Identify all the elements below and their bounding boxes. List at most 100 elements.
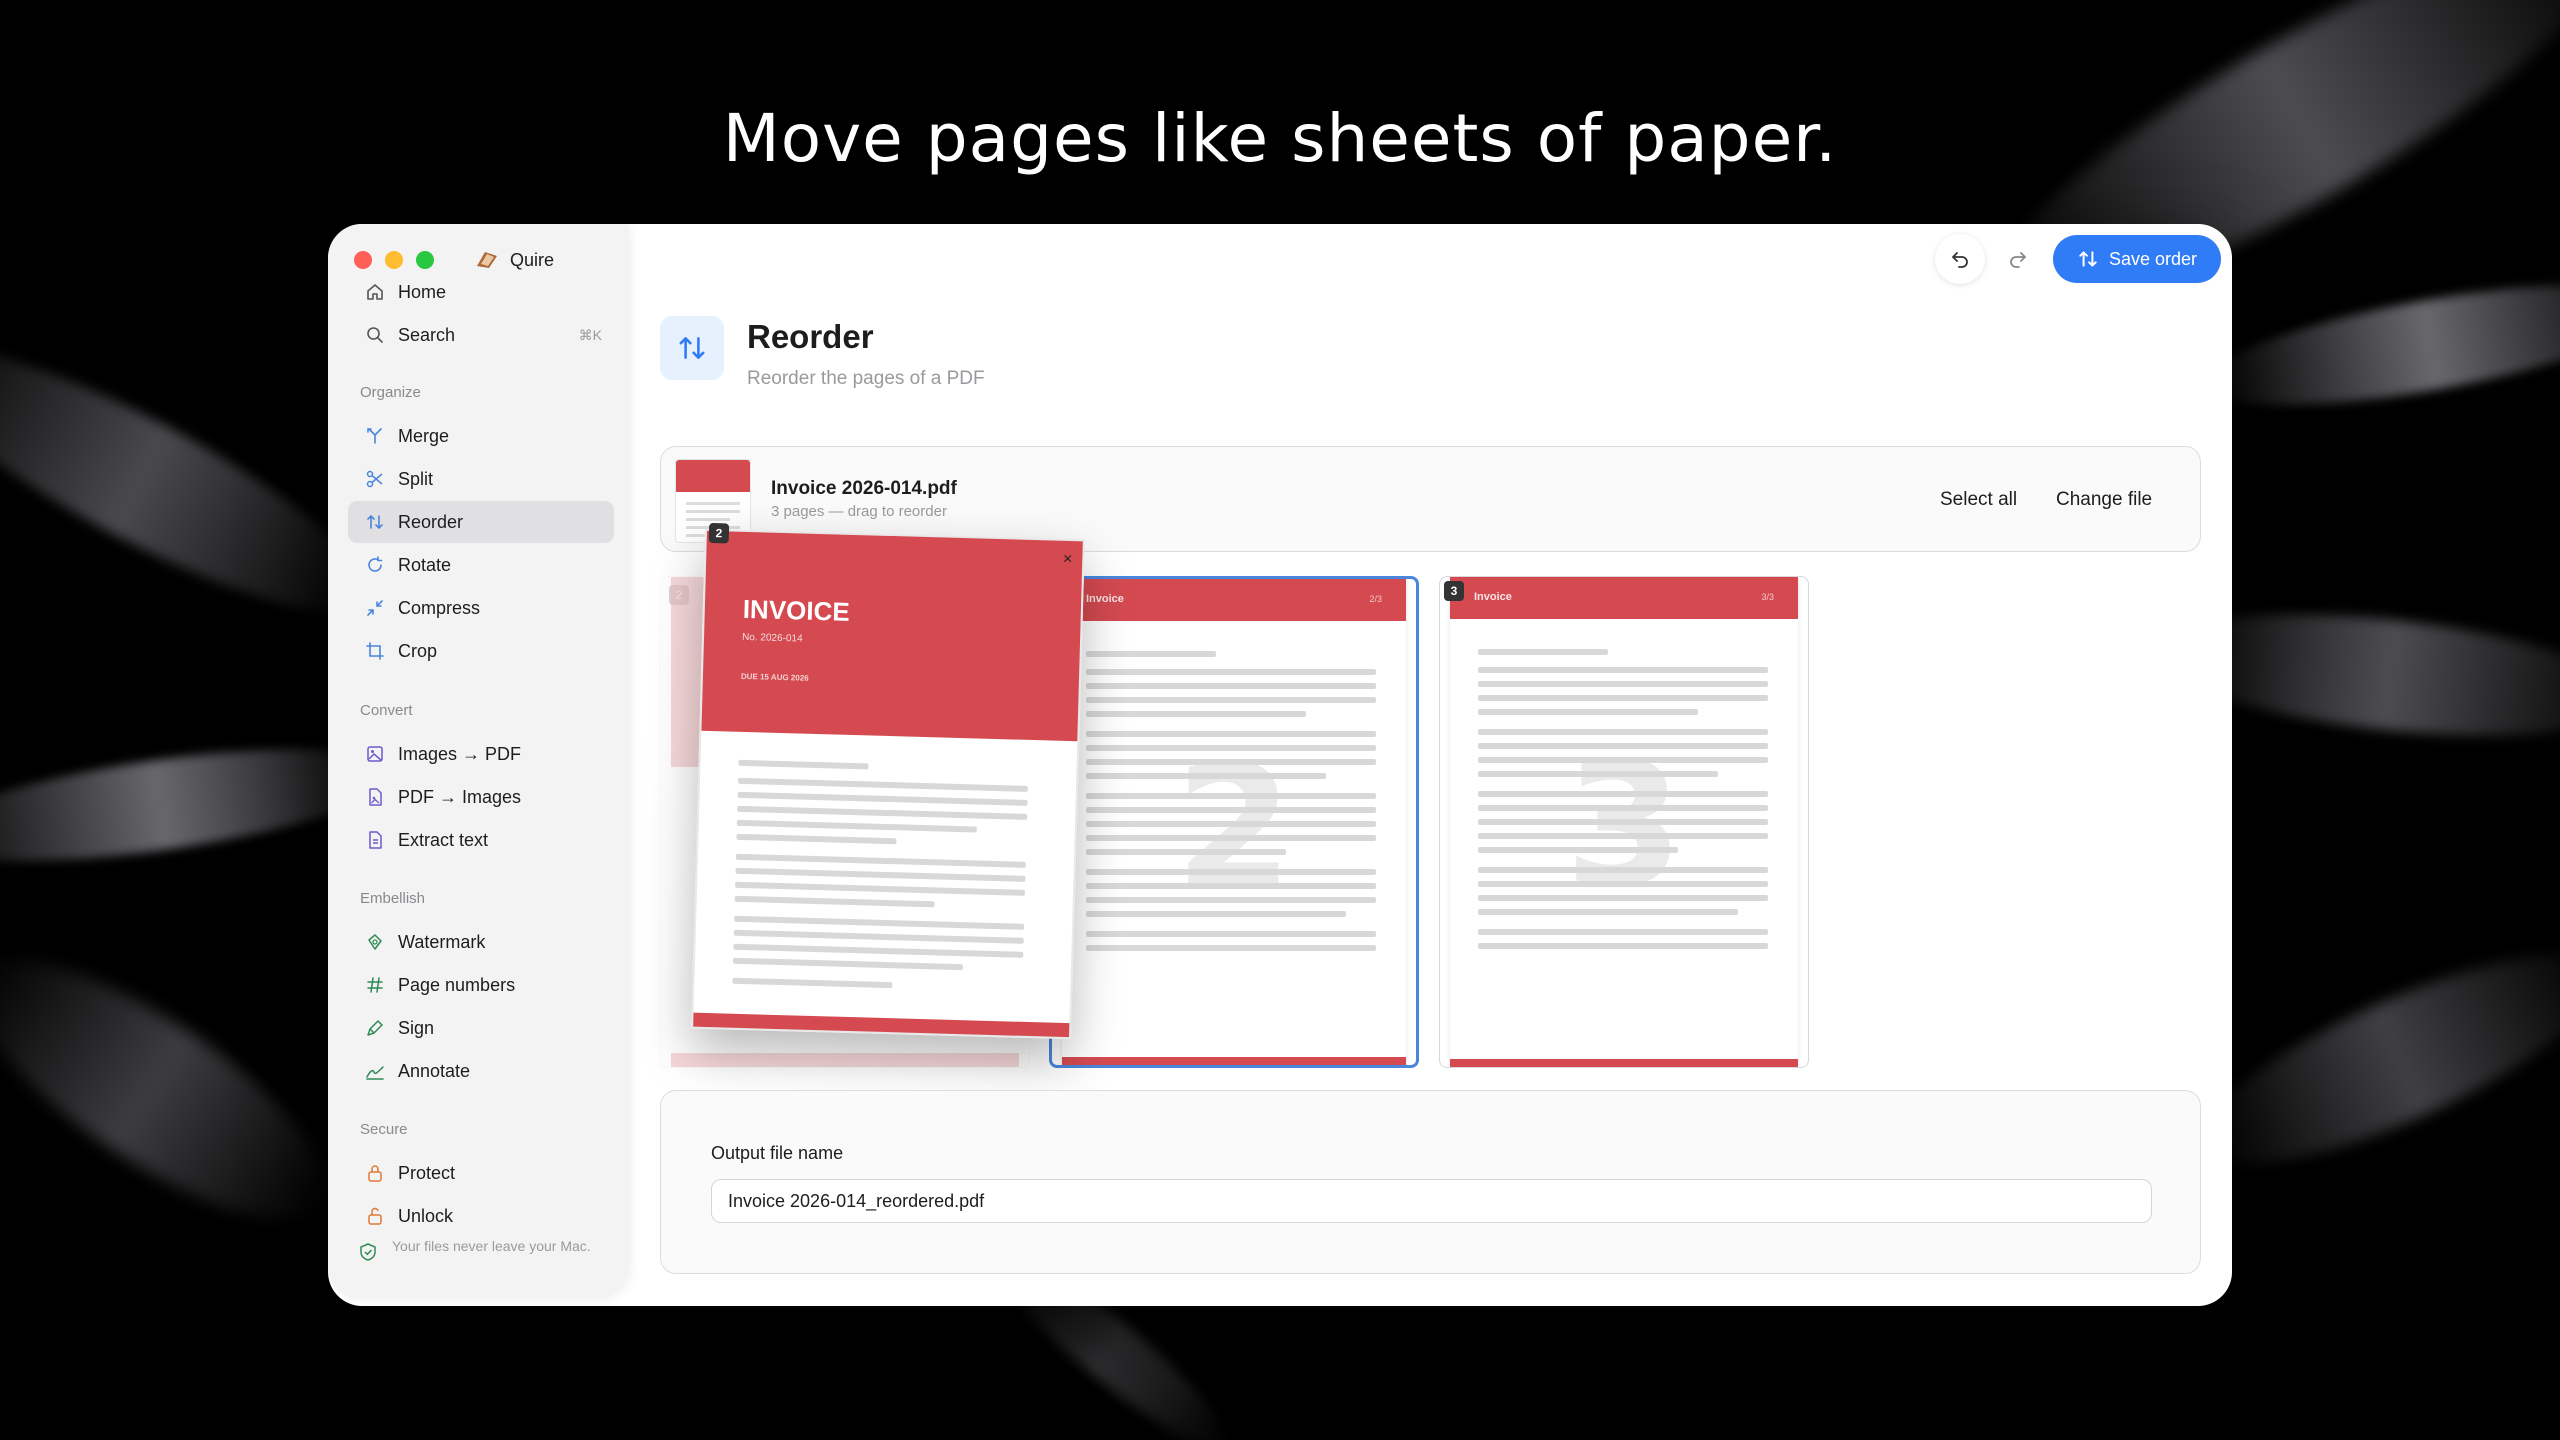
undo-button[interactable]	[1935, 234, 1985, 284]
sidebar-item-rotate[interactable]: Rotate	[348, 544, 614, 586]
reorder-icon	[2079, 251, 2097, 267]
zoom-window-button[interactable]	[416, 251, 434, 269]
invoice-number: No. 2026-014	[741, 631, 803, 645]
sidebar-item-label: Images → PDF	[398, 743, 522, 764]
unlock-icon	[360, 1206, 390, 1226]
page-thumbnail-3[interactable]: 3 Invoice 3/3 3	[1439, 576, 1809, 1068]
remove-page-button[interactable]: ×	[1063, 551, 1073, 569]
sidebar-item-label: Compress	[398, 597, 481, 618]
output-file-name-label: Output file name	[711, 1143, 844, 1163]
privacy-note: Your files never leave your Mac.	[358, 1238, 608, 1266]
save-order-button[interactable]: Save order	[2053, 235, 2221, 283]
sidebar-item-watermark[interactable]: Watermark	[348, 921, 614, 963]
page-subtitle: Reorder the pages of a PDF	[747, 368, 985, 389]
page-header-number: 3/3	[1761, 592, 1774, 602]
sidebar-item-label: Sign	[398, 1017, 435, 1038]
sidebar: Quire Home Search ⌘K Organize Merge Spli…	[328, 224, 628, 1298]
invoice-title: INVOICE	[742, 593, 851, 627]
search-icon	[360, 325, 390, 345]
sidebar-item-split[interactable]: Split	[348, 458, 614, 500]
page-header-band: Invoice 2/3	[1062, 579, 1406, 621]
sidebar-item-search[interactable]: Search ⌘K	[348, 314, 614, 356]
sidebar-item-label: Rotate	[398, 554, 452, 575]
sidebar-item-label: Watermark	[398, 931, 486, 952]
document-icon	[360, 830, 390, 850]
file-meta: 3 pages — drag to reorder	[771, 503, 947, 520]
output-card: Output file name	[660, 1090, 2201, 1274]
page-sheet: Invoice 2/3 2	[1062, 579, 1406, 1065]
sidebar-item-label: PDF → Images	[398, 786, 522, 807]
hero-headline: Move pages like sheets of paper.	[722, 100, 1838, 177]
sidebar-item-crop[interactable]: Crop	[348, 630, 614, 672]
app-logo-icon	[477, 252, 497, 268]
sidebar-item-images-to-pdf[interactable]: Images → PDF	[348, 733, 614, 775]
sidebar-item-unlock[interactable]: Unlock	[348, 1195, 614, 1237]
sidebar-item-label: Annotate	[398, 1060, 471, 1081]
privacy-text: Your files never leave your Mac.	[392, 1238, 591, 1254]
redo-button[interactable]	[1993, 234, 2043, 284]
dragged-page[interactable]: 2 INVOICE No. 2026-014 DUE 15 AUG 2026 ×	[691, 522, 1085, 1040]
sidebar-item-extract-text[interactable]: Extract text	[348, 819, 614, 861]
sidebar-item-reorder[interactable]: Reorder	[348, 501, 614, 543]
crop-icon	[360, 641, 390, 661]
invoice-due-date: DUE 15 AUG 2026	[740, 671, 809, 683]
pen-icon	[360, 1018, 390, 1038]
background-streak	[2195, 260, 2560, 430]
page-number-badge: 3	[1444, 581, 1464, 601]
home-icon	[360, 282, 390, 302]
reorder-icon	[679, 337, 705, 359]
section-label-embellish: Embellish	[360, 890, 426, 907]
change-file-button[interactable]: Change file	[2056, 489, 2152, 511]
pdf-image-icon	[360, 787, 390, 807]
sidebar-item-pdf-to-images[interactable]: PDF → Images	[348, 776, 614, 818]
sidebar-item-label: Search	[398, 324, 456, 345]
merge-icon	[360, 426, 390, 446]
save-order-label: Save order	[2108, 248, 2198, 269]
invoice-header-band: INVOICE No. 2026-014 DUE 15 AUG 2026 ×	[701, 530, 1083, 742]
page-header-icon	[660, 316, 724, 380]
image-icon	[360, 744, 390, 764]
select-all-button[interactable]: Select all	[1940, 489, 2017, 511]
output-file-name-input[interactable]	[711, 1179, 2152, 1223]
shield-check-icon	[358, 1242, 384, 1266]
hash-icon	[360, 975, 390, 995]
undo-icon	[1952, 252, 1968, 268]
redo-icon	[2010, 252, 2026, 268]
page-header-label: Invoice	[1474, 591, 1512, 603]
page-title: Reorder	[747, 318, 874, 355]
sidebar-item-page-numbers[interactable]: Page numbers	[348, 964, 614, 1006]
scissors-icon	[360, 469, 390, 489]
sidebar-item-label: Unlock	[398, 1205, 454, 1226]
sidebar-item-label: Crop	[398, 640, 438, 661]
page-footer-band	[1062, 1057, 1406, 1065]
sidebar-item-protect[interactable]: Protect	[348, 1152, 614, 1194]
sidebar-item-label: Extract text	[398, 829, 489, 850]
page-header-band: Invoice 3/3	[1450, 577, 1798, 619]
sidebar-item-sign[interactable]: Sign	[348, 1007, 614, 1049]
watermark-icon	[360, 932, 390, 952]
lock-icon	[360, 1163, 390, 1183]
page-header-label: Invoice	[1086, 593, 1124, 605]
minimize-window-button[interactable]	[385, 251, 403, 269]
page-sheet: Invoice 3/3 3	[1450, 577, 1798, 1067]
search-shortcut: ⌘K	[578, 326, 602, 343]
sidebar-item-label: Reorder	[398, 511, 464, 532]
page-thumbnail-2[interactable]: Invoice 2/3 2	[1049, 576, 1419, 1068]
sidebar-item-label: Split	[398, 468, 434, 489]
background-streak	[2174, 915, 2560, 1205]
page-header-number: 2/3	[1369, 594, 1382, 604]
compress-icon	[360, 598, 390, 618]
sidebar-item-label: Protect	[398, 1162, 456, 1183]
app-window: Quire Home Search ⌘K Organize Merge Spli…	[328, 224, 2232, 1306]
sidebar-item-home[interactable]: Home	[348, 271, 614, 313]
sidebar-item-label: Page numbers	[398, 974, 516, 995]
rotate-icon	[360, 555, 390, 575]
page-number-badge: 2	[708, 522, 730, 544]
close-window-button[interactable]	[354, 251, 372, 269]
section-label-organize: Organize	[360, 384, 421, 401]
sidebar-item-annotate[interactable]: Annotate	[348, 1050, 614, 1092]
app-name: Quire	[510, 250, 555, 270]
sidebar-item-compress[interactable]: Compress	[348, 587, 614, 629]
sidebar-item-merge[interactable]: Merge	[348, 415, 614, 457]
file-name: Invoice 2026-014.pdf	[771, 478, 957, 499]
